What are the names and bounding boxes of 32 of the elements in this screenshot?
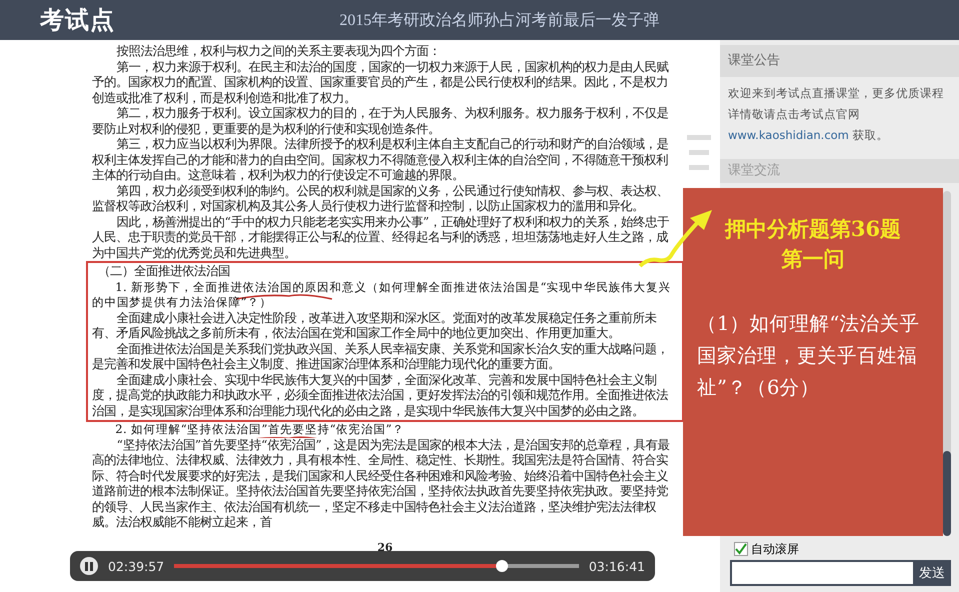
chat-header: 课堂交流 <box>720 159 959 183</box>
window-title: 2015年考研政治名师孙占河考前最后一发子弹 <box>338 10 660 30</box>
section-heading: （二）全面推进依法治国 <box>97 264 232 280</box>
paragraph: 第一，权力来源于权利。在民主和法治的国度，国家的一切权力来源于人民，国家机构的权力是由人民赋予的。国家权力的配置、国家机构的设置、国家重要官员的产生，都是公民行使权利的结果。因此，不是权力创造或批准了权利，而是权利创造和批准了权力。 <box>92 60 670 106</box>
paragraph: 全面建成小康社会进入决定性阶段，改革进入攻坚期和深水区。党面对的改革发展稳定任务之重前所未有、矛盾风险挑战之多前所未有，依法治国在党和国家工作全局中的地位更加突出、作用更加重大。 <box>92 310 658 342</box>
paragraph: 全面建成小康社会、实现中华民族伟大复兴的中国梦，全面深化改革、完善和发展中国特色社会主义制度，提高党的执政能力和执政水平，必须全面推进依法治国，更好发挥法治的引领和规范作用。全面推进依法治国，是实现国家治理体系和治理能力现代化的必由之路，是实现中华民族伟大复兴中国梦的必由之路。 <box>92 372 669 419</box>
callout-title: 押中分析题第36题 <box>724 215 902 243</box>
paragraph: 第三，权力应当以权利为界限。法律所授予的权利是权利主体自主支配自己的行动和财产的自治领域，是权利主体发挥自己的才能和潜力的自由空间。国家权力不得随意侵入权利主体的自治空间，不得随意干预权利主体的行动自由。这意味着，权利为权力的行使设定不可逾越的界限。 <box>92 137 670 184</box>
announcement-header: 课堂公告 <box>720 45 959 77</box>
callout-question: （1）如何理解“法治关乎国家治理，更关乎百姓福祉”？（6分） <box>696 311 920 401</box>
elapsed-time: 02:39:57 <box>108 558 164 574</box>
pause-icon <box>85 562 93 570</box>
paragraph: 按照法治思维，权利与权力之间的关系主要表现为四个方面： <box>116 44 442 60</box>
paragraph: 第二，权力服务于权利。设立国家权力的目的，在于为人民服务、为权利服务。权力服务于权利，不仅是要防止对权利的侵犯，更重要的是为权利的行使和实现创造条件。 <box>92 106 670 137</box>
announcement-text: 欢迎来到考试点直播课堂，更多优质课程详情敬请点击考试点官网 www.kaoshidian.com 获取。 <box>727 85 945 144</box>
duration-time: 03:16:41 <box>588 558 645 574</box>
progress-handle[interactable] <box>496 560 508 572</box>
paragraph: 因此，杨善洲提出的“手中的权力只能老老实实用来办公事”，正确处理好了权利和权力的关系，始终忠于人民、忠于职责的党员干部，才能摆得正公与私的位置、经得起名与利的诱惑，坦坦荡荡地走好人生之路，成为中国共产党的优秀党员和先进典型。 <box>92 214 670 261</box>
paragraph: 第四，权力必须受到权利的制约。公民的权利就是国家的义务，公民通过行使知情权、参与权、表达权、监督权等政治权利，对国家机构及其公务人员行使权力进行监督和控制，以防止国家权力的滥用和异化。 <box>92 184 670 214</box>
send-button[interactable]: 发送 <box>913 560 951 586</box>
website-link[interactable]: www.kaoshidian.com <box>728 128 849 142</box>
callout-title: 第一问 <box>780 245 846 273</box>
checkbox-label: 自动滚屏 <box>751 540 799 558</box>
paragraph: “坚持依法治国”首先要坚持“依宪治国”，这是因为宪法是国家的根本大法，是治国安邦的总章程，具有最高的法律地位、法律权威、法律效力，具有根本性、全局性、稳定性、长期性。我国宪法是符合国情、符合实际、符合时代发展要求的好宪法，是我们国家和人民经受住各种困难和风险考验、始终沿着中国特色社会主义道路前进的根本法制保证。坚持依法治国首先要坚持依宪治国，坚持依法执政首先要坚持依宪执政。要坚持党的领导、人民当家作主、依法治国有机统一，坚定不移走中国特色社会主义法治道路，坚决维护宪法法律权威。法治权威能不能树立起来，首 <box>92 438 671 530</box>
scrollbar[interactable] <box>943 191 951 536</box>
message-input[interactable] <box>730 560 913 586</box>
logo: 考试点 <box>38 5 116 36</box>
scrollbar-thumb[interactable] <box>943 451 951 536</box>
page-number: 26 <box>376 540 394 555</box>
pause-button[interactable] <box>80 557 98 575</box>
auto-scroll-checkbox[interactable] <box>734 542 748 556</box>
paragraph: 全面推进依法治国是关系我们党执政兴国、关系人民幸福安康、关系党和国家长治久安的重大战略问题，是完善和发展中国特色社会主义制度、推进国家治理体系和治理能力现代化的重要方面。 <box>92 342 670 372</box>
